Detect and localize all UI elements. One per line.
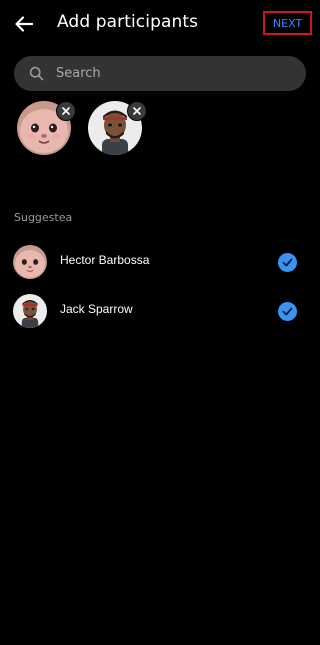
participant-name: Hector Barbossa [60,253,150,267]
selected-participant-chip[interactable] [17,101,76,157]
list-item[interactable]: Jack Sparrow [0,286,320,334]
top-app-bar: Add participants NEXT [0,0,320,48]
man-avatar [13,294,47,328]
check-icon [282,258,293,267]
suggested-section-label: Suggestea [14,211,73,224]
back-button[interactable] [10,10,38,38]
search-input[interactable] [54,65,288,82]
remove-participant-button[interactable] [127,101,147,121]
selected-participant-chip[interactable] [88,101,147,157]
search-icon [28,66,44,82]
participant-name: Jack Sparrow [60,302,133,316]
search-bar[interactable] [14,56,306,91]
next-button[interactable]: NEXT [263,11,312,35]
cat-avatar [13,245,47,279]
selected-checkbox[interactable] [278,302,297,321]
check-icon [282,307,293,316]
arrow-left-icon [15,16,34,32]
selected-checkbox[interactable] [278,253,297,272]
close-icon [133,107,141,115]
close-icon [62,107,70,115]
remove-participant-button[interactable] [56,101,76,121]
page-title: Add participants [57,12,199,32]
list-item[interactable]: Hector Barbossa [0,237,320,285]
